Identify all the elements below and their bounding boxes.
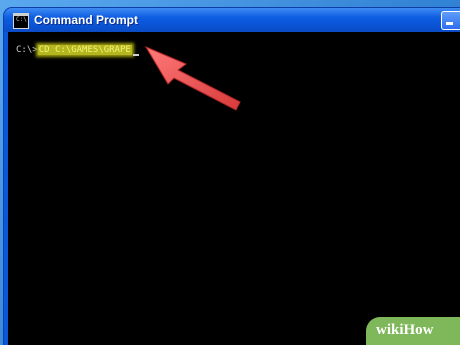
watermark-text: wikiHow [376,322,434,338]
red-arrow-pointer-icon [144,45,241,111]
wikihow-watermark: wikiHow [366,317,460,345]
arrow-shape [144,45,241,111]
